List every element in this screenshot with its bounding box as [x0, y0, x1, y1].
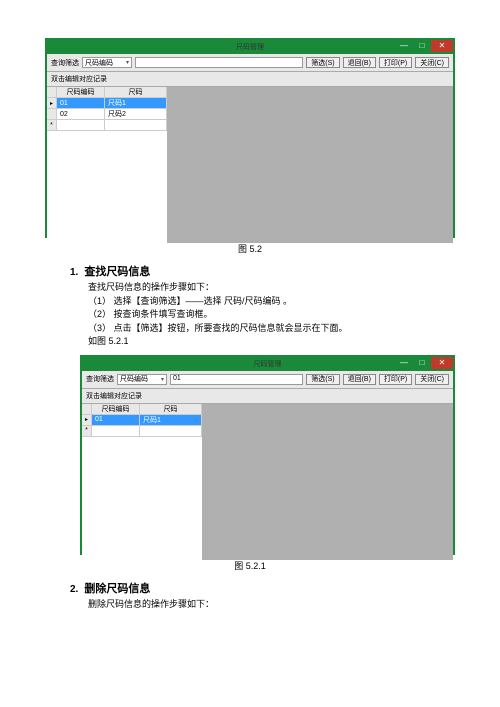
- figure-caption-1: 图 5.2: [45, 242, 455, 255]
- toolbar: 查询筛选 尺码编码 ▾ 筛选(S) 退回(B) 打印(P) 关闭(C): [47, 54, 453, 72]
- col-header-size: 尺码: [140, 404, 202, 415]
- table-row-new[interactable]: [47, 120, 167, 131]
- filter-combo[interactable]: 尺码编码 ▾: [117, 374, 167, 385]
- section-title: 查找尺码信息: [84, 263, 150, 279]
- grid-empty-area: [167, 87, 453, 243]
- toolbar: 查询筛选 尺码编码 ▾ 01 筛选(S) 退回(B) 打印(P) 关闭(C): [82, 371, 453, 389]
- data-grid[interactable]: 尺码编码 尺码 01 尺码1: [82, 404, 202, 560]
- close-icon[interactable]: ✕: [431, 40, 453, 52]
- section-number: 2.: [70, 584, 78, 595]
- data-grid[interactable]: 尺码编码 尺码 01 尺码1 02 尺码2: [47, 87, 167, 243]
- minimize-icon[interactable]: —: [395, 357, 413, 369]
- section-intro: 删除尺码信息的操作步骤如下：: [88, 598, 455, 612]
- table-row[interactable]: 01 尺码1: [47, 98, 167, 109]
- filter-label: 查询筛选: [86, 374, 114, 384]
- close-button[interactable]: 关闭(C): [415, 57, 449, 68]
- figure-ref: 如图 5.2.1: [88, 335, 455, 349]
- filter-label: 查询筛选: [51, 58, 79, 68]
- close-icon[interactable]: ✕: [431, 357, 453, 369]
- filter-button[interactable]: 筛选(S): [306, 57, 339, 68]
- maximize-icon[interactable]: □: [413, 357, 431, 369]
- minimize-icon[interactable]: —: [395, 40, 413, 52]
- table-row-new[interactable]: [82, 426, 202, 437]
- chevron-down-icon: ▾: [161, 376, 164, 383]
- combo-value: 尺码编码: [120, 374, 148, 384]
- search-input[interactable]: [135, 57, 303, 68]
- hint-label: 双击编辑对应记录: [47, 72, 453, 87]
- print-button[interactable]: 打印(P): [379, 57, 412, 68]
- step-1: （1） 选择【查询筛选】——选择 尺码/尺码编码 。: [88, 295, 455, 309]
- new-row-icon: [82, 426, 92, 437]
- figure-caption-2: 图 5.2.1: [45, 559, 455, 572]
- combo-value: 尺码编码: [85, 58, 113, 68]
- filter-combo[interactable]: 尺码编码 ▾: [82, 57, 132, 68]
- print-button[interactable]: 打印(P): [379, 374, 412, 385]
- section-intro: 查找尺码信息的操作步骤如下：: [88, 281, 455, 295]
- app-window-1: 尺码管理 — □ ✕ 查询筛选 尺码编码 ▾ 筛选(S) 退回(B) 打印(P)…: [45, 38, 455, 238]
- new-row-icon: [47, 120, 57, 131]
- back-button[interactable]: 退回(B): [343, 374, 376, 385]
- window-title: 尺码管理: [47, 42, 453, 52]
- row-indicator-icon: [47, 98, 57, 109]
- row-indicator-icon: [82, 415, 92, 426]
- app-window-2: 尺码管理 — □ ✕ 查询筛选 尺码编码 ▾ 01 筛选(S) 退回(B) 打印…: [80, 355, 455, 555]
- step-3: （3） 点击【筛选】按钮，所要查找的尺码信息就会显示在下面。: [88, 322, 455, 336]
- table-row[interactable]: 01 尺码1: [82, 415, 202, 426]
- step-2: （2） 按查询条件填写查询框。: [88, 308, 455, 322]
- grid-header: 尺码编码 尺码: [82, 404, 202, 415]
- maximize-icon[interactable]: □: [413, 40, 431, 52]
- col-header-size: 尺码: [105, 87, 167, 98]
- chevron-down-icon: ▾: [126, 59, 129, 66]
- hint-label: 双击编辑对应记录: [82, 389, 453, 404]
- close-button[interactable]: 关闭(C): [415, 374, 449, 385]
- section-number: 1.: [70, 267, 78, 278]
- filter-button[interactable]: 筛选(S): [306, 374, 339, 385]
- titlebar: 尺码管理 — □ ✕: [82, 357, 453, 371]
- search-input[interactable]: 01: [170, 374, 303, 385]
- col-header-code: 尺码编码: [92, 404, 140, 415]
- titlebar: 尺码管理 — □ ✕: [47, 40, 453, 54]
- section-2: 2. 删除尺码信息 删除尺码信息的操作步骤如下：: [70, 580, 455, 612]
- col-header-code: 尺码编码: [57, 87, 105, 98]
- table-row[interactable]: 02 尺码2: [47, 109, 167, 120]
- back-button[interactable]: 退回(B): [343, 57, 376, 68]
- grid-empty-area: [202, 404, 453, 560]
- grid-header: 尺码编码 尺码: [47, 87, 167, 98]
- section-1: 1. 查找尺码信息 查找尺码信息的操作步骤如下： （1） 选择【查询筛选】——选…: [70, 263, 455, 349]
- section-title: 删除尺码信息: [84, 580, 150, 596]
